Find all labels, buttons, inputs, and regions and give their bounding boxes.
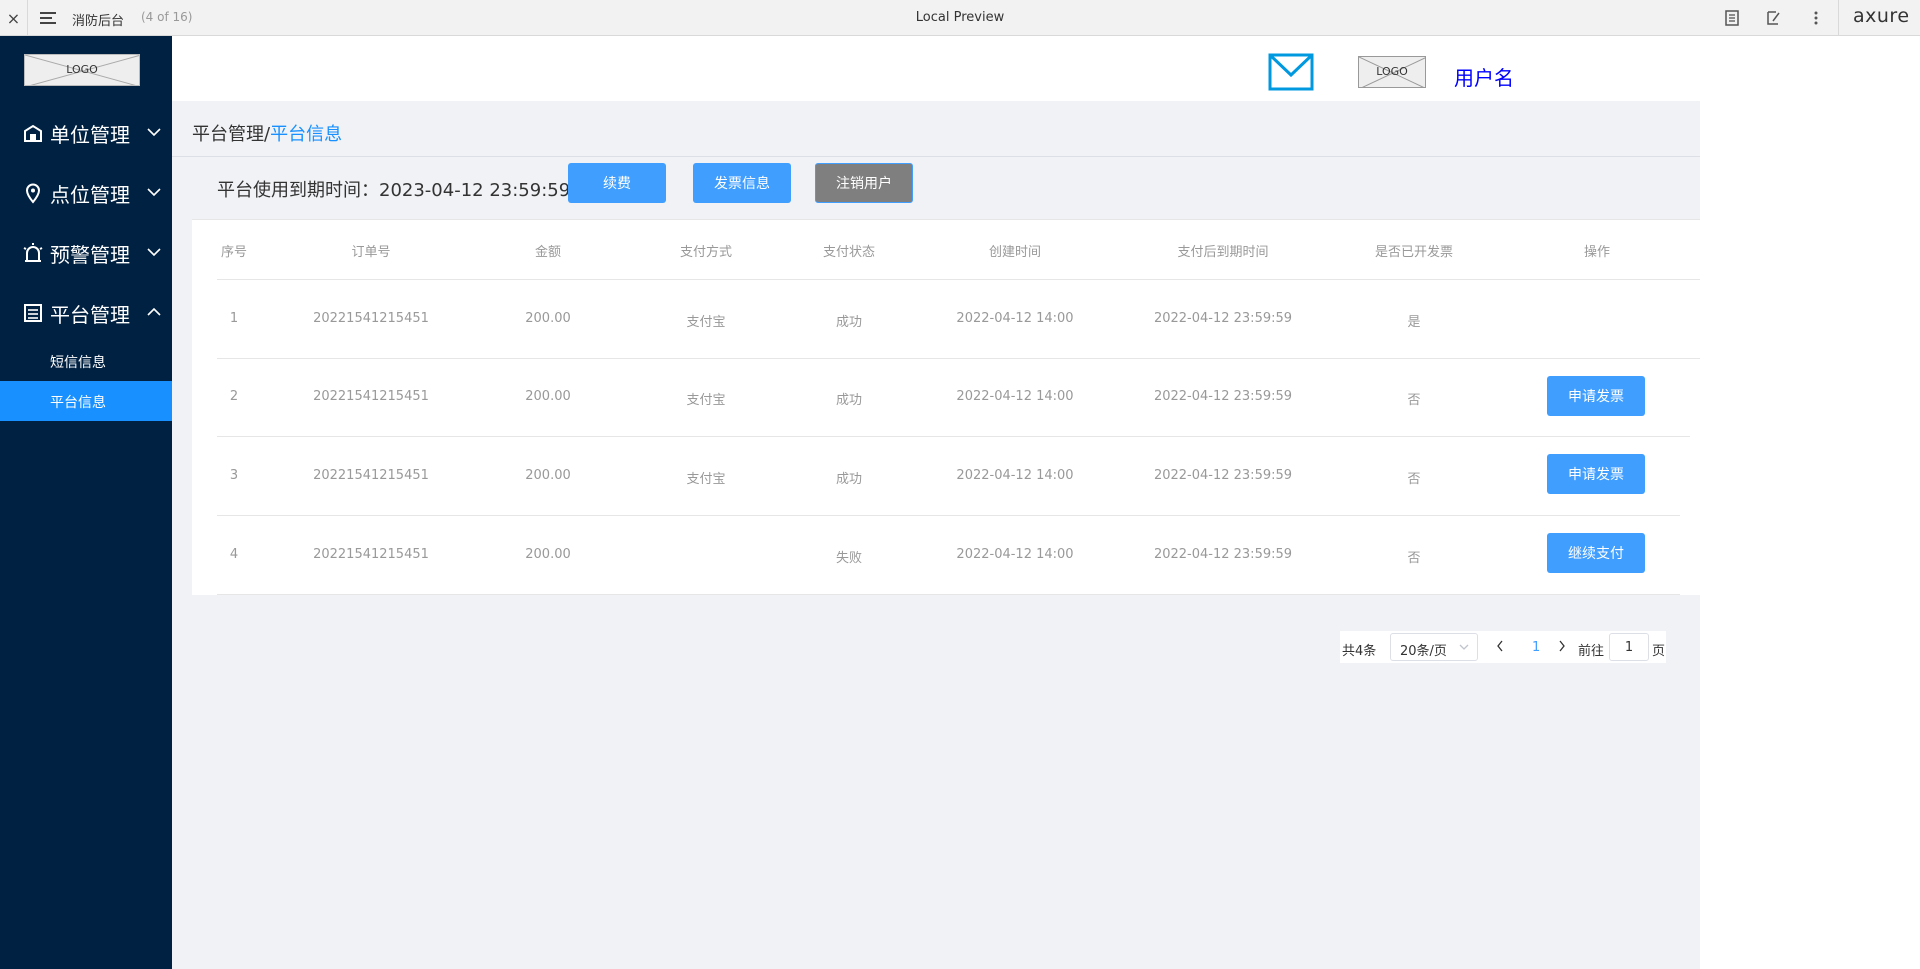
cell-amount: 200.00 [525,389,571,404]
username-link[interactable]: 用户名 [1454,62,1514,91]
header-logo: LOGO [1358,56,1426,88]
cell-expire: 2022-04-12 23:59:59 [1153,468,1293,483]
mail-icon[interactable] [1268,53,1314,91]
cell-no: 2 [229,389,239,404]
pagination-goto-label: 前往 [1578,644,1605,659]
breadcrumb-parent[interactable]: 平台管理 [192,124,264,145]
col-header-method: 支付方式 [679,245,733,260]
location-pin-icon [25,183,41,204]
cell-expire: 2022-04-12 23:59:59 [1153,389,1293,404]
orders-table [192,220,1700,595]
pagination-total: 共4条 [1342,644,1377,659]
cell-order: 20221541215451 [313,547,429,562]
preview-toolbar: × 消防后台 (4 of 16) Local Preview axure [0,0,1920,36]
breadcrumb-current: 平台信息 [270,124,343,145]
more-icon[interactable] [1806,8,1826,28]
cell-no: 4 [229,547,239,562]
col-header-no: 序号 [220,245,248,260]
table-top-border [192,219,1700,220]
cell-invoiced: 否 [1407,472,1421,487]
pagination-current-page[interactable]: 1 [1532,640,1540,655]
cell-created: 2022-04-12 14:00 [956,468,1074,483]
cell-invoiced: 否 [1407,551,1421,566]
project-name: 消防后台 [72,14,125,29]
cell-no: 3 [229,468,239,483]
invoice-info-button[interactable]: 发票信息 [693,163,791,203]
table-divider [217,358,1700,359]
toolbar-divider [1838,0,1839,36]
continue-payment-button[interactable]: 继续支付 [1547,533,1645,573]
building-icon [24,124,42,142]
cell-no: 1 [229,311,239,326]
pagination-goto-input[interactable]: 1 [1609,633,1649,661]
sidebar-subitem-platform-info[interactable]: 平台信息 [0,381,172,421]
cell-method: 支付宝 [686,472,726,487]
chevron-up-icon [147,307,161,316]
close-icon[interactable]: × [0,0,28,36]
breadcrumb: 平台管理/平台信息 [192,120,342,146]
cell-amount: 200.00 [525,311,571,326]
apply-invoice-button[interactable]: 申请发票 [1547,454,1645,494]
cancel-user-button[interactable]: 注销用户 [815,163,913,203]
cell-order: 20221541215451 [313,389,429,404]
cell-method: 支付宝 [686,315,726,330]
apply-invoice-button[interactable]: 申请发票 [1547,376,1645,416]
annotate-icon[interactable] [1764,8,1784,28]
sidebar-item-unit-management[interactable]: 单位管理 [0,112,172,152]
cell-status: 成功 [835,393,863,408]
sidebar-subitem-sms-info[interactable]: 短信信息 [0,341,172,381]
cell-status: 成功 [835,315,863,330]
axure-brand: axure [1853,5,1910,27]
chevron-right-icon[interactable] [1558,639,1566,653]
cell-created: 2022-04-12 14:00 [956,547,1074,562]
table-divider [217,436,1690,437]
pagination-unit: 页 [1652,644,1666,659]
sidebar-item-platform-management[interactable]: 平台管理 [0,292,172,332]
page-size-select[interactable]: 20条/页 [1390,633,1478,661]
col-header-invoiced: 是否已开发票 [1374,245,1454,260]
sidebar-item-point-management[interactable]: 点位管理 [0,172,172,212]
cell-status: 失败 [835,551,863,566]
chevron-down-icon [1459,644,1469,650]
cell-invoiced: 否 [1407,393,1421,408]
cell-status: 成功 [835,472,863,487]
table-divider [217,594,1680,595]
table-divider [217,279,1700,280]
sidebar-logo: LOGO [24,54,140,86]
platform-icon [24,304,42,322]
chevron-left-icon[interactable] [1496,639,1504,653]
menu-icon[interactable] [40,9,58,27]
notes-icon[interactable] [1722,8,1742,28]
cell-amount: 200.00 [525,547,571,562]
cell-order: 20221541215451 [313,311,429,326]
col-header-ops: 操作 [1583,245,1611,260]
breadcrumb-bar [172,101,1700,157]
col-header-order: 订单号 [351,245,391,260]
chevron-down-icon [147,188,161,197]
alarm-icon [23,243,43,262]
cell-amount: 200.00 [525,468,571,483]
chevron-down-icon [147,128,161,137]
cell-created: 2022-04-12 14:00 [956,311,1074,326]
pagination: 共4条 20条/页 1 前往 1 页 [1340,631,1666,663]
chevron-down-icon [147,248,161,257]
cell-expire: 2022-04-12 23:59:59 [1153,311,1293,326]
sidebar: LOGO 单位管理 点位管理 预警管理 平台管理 短信信息 平台信息 [0,36,172,969]
col-header-created: 创建时间 [988,245,1042,260]
page-count: (4 of 16) [141,10,193,24]
preview-title: Local Preview [915,10,1005,25]
col-header-status: 支付状态 [822,245,876,260]
col-header-amount: 金额 [534,245,562,260]
sidebar-item-alarm-management[interactable]: 预警管理 [0,232,172,272]
expire-time-text: 平台使用到期时间：2023-04-12 23:59:59 [217,180,571,201]
cell-expire: 2022-04-12 23:59:59 [1153,547,1293,562]
renew-button[interactable]: 续费 [568,163,666,203]
cell-created: 2022-04-12 14:00 [956,389,1074,404]
col-header-expire: 支付后到期时间 [1177,245,1269,260]
table-divider [217,515,1680,516]
cell-invoiced: 是 [1407,315,1421,330]
cell-order: 20221541215451 [313,468,429,483]
cell-method: 支付宝 [686,393,726,408]
